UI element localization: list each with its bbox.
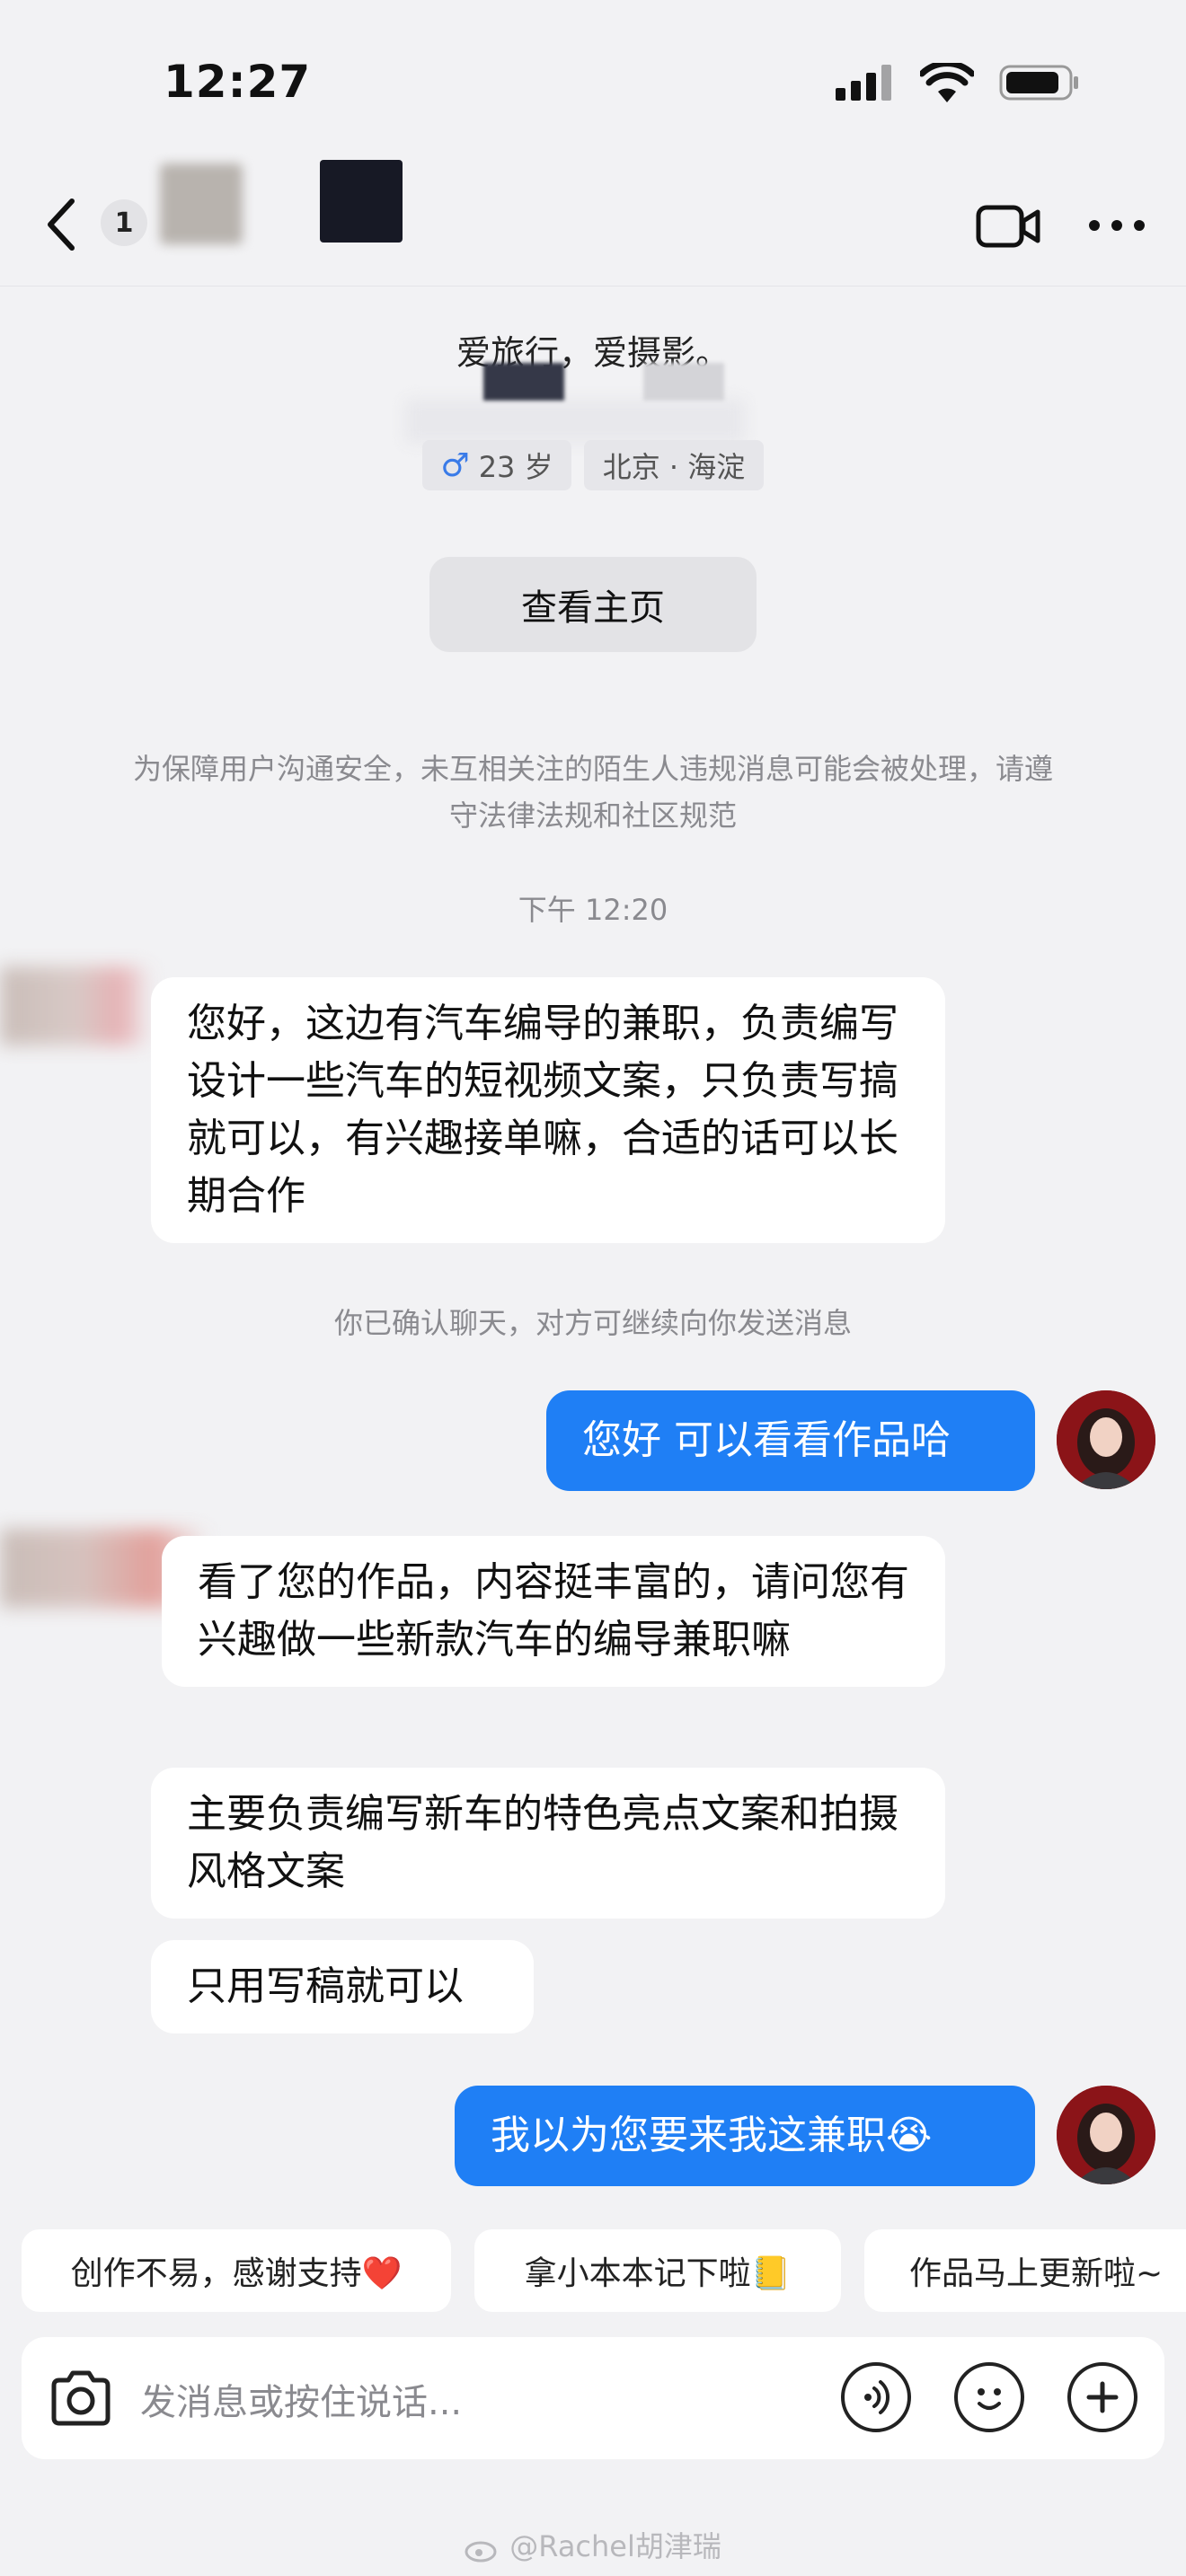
redacted-info (404, 399, 746, 444)
message-bubble-incoming[interactable]: 只用写稿就可以 (151, 1940, 534, 2033)
message-bubble-outgoing[interactable]: 我以为您要来我这兼职😭 (455, 2086, 1035, 2186)
message-bubble-incoming[interactable]: 看了您的作品，内容挺丰富的，请问您有兴趣做一些新款汽车的编导兼职嘛 (162, 1536, 945, 1687)
male-icon: ♂ (440, 446, 470, 484)
age-tag: ♂ 23 岁 (422, 440, 571, 490)
message-bubble-incoming[interactable]: 主要负责编写新车的特色亮点文案和拍摄风格文案 (151, 1768, 945, 1919)
avatar-image (1057, 2086, 1155, 2184)
unread-badge: 1 (101, 199, 147, 246)
quick-reply-chip[interactable]: 作品马上更新啦~ (864, 2229, 1186, 2312)
battery-icon (999, 65, 1078, 101)
redacted-block (483, 363, 564, 401)
emoji-button[interactable] (954, 2362, 1024, 2432)
weibo-icon (465, 2541, 497, 2563)
peer-avatar[interactable] (0, 966, 151, 1045)
more-button[interactable] (1085, 212, 1148, 239)
plus-button[interactable] (1067, 2362, 1137, 2432)
status-time: 12:27 (164, 56, 312, 108)
location-tag: 北京 · 海淀 (584, 440, 764, 490)
age-text: 23 岁 (478, 450, 553, 484)
message-input[interactable]: 发消息或按住说话... (140, 2373, 462, 2425)
my-avatar[interactable] (1057, 2086, 1155, 2184)
safety-notice: 为保障用户沟通安全，未互相关注的陌生人违规消息可能会被处理，请遵守法律法规和社区… (132, 752, 1053, 833)
status-icons (836, 63, 1080, 102)
profile-bio: 爱旅行，爱摄影。 (456, 333, 730, 373)
quick-reply-chip[interactable]: 创作不易，感谢支持❤️ (22, 2229, 451, 2312)
message-bubble-outgoing[interactable]: 您好 可以看看作品哈 (546, 1390, 1035, 1491)
back-icon (48, 198, 75, 251)
signal-icon (836, 65, 891, 101)
more-icon (1089, 220, 1145, 231)
emoji-icon (978, 2388, 1001, 2410)
quick-reply-chip[interactable]: 拿小本本记下啦📒 (474, 2229, 841, 2312)
watermark: @Rachel胡津瑞 (0, 2524, 1186, 2565)
wifi-icon (920, 63, 974, 102)
my-avatar[interactable] (1057, 1390, 1155, 1489)
video-call-button[interactable] (976, 203, 1040, 250)
watermark-text: @Rachel胡津瑞 (509, 2529, 721, 2563)
chat-timestamp: 下午 12:20 (518, 893, 668, 927)
avatar-image (1057, 1390, 1155, 1489)
chat-confirm-note: 你已确认聊天，对方可继续向你发送消息 (333, 1306, 852, 1340)
voice-button[interactable] (841, 2362, 911, 2432)
redacted-block (643, 363, 724, 401)
video-call-icon (976, 205, 1040, 248)
camera-icon (51, 2370, 111, 2426)
camera-button[interactable] (45, 2362, 117, 2434)
message-bubble-incoming[interactable]: 您好，这边有汽车编导的兼职，负责编写设计一些汽车的短视频文案，只负责写搞就可以，… (151, 977, 945, 1243)
contact-avatar[interactable] (160, 163, 243, 244)
contact-name-redacted[interactable] (320, 160, 403, 243)
plus-icon (1086, 2381, 1119, 2413)
voice-icon (864, 2380, 890, 2414)
view-homepage-button[interactable]: 查看主页 (429, 557, 757, 652)
back-button[interactable] (36, 189, 99, 260)
